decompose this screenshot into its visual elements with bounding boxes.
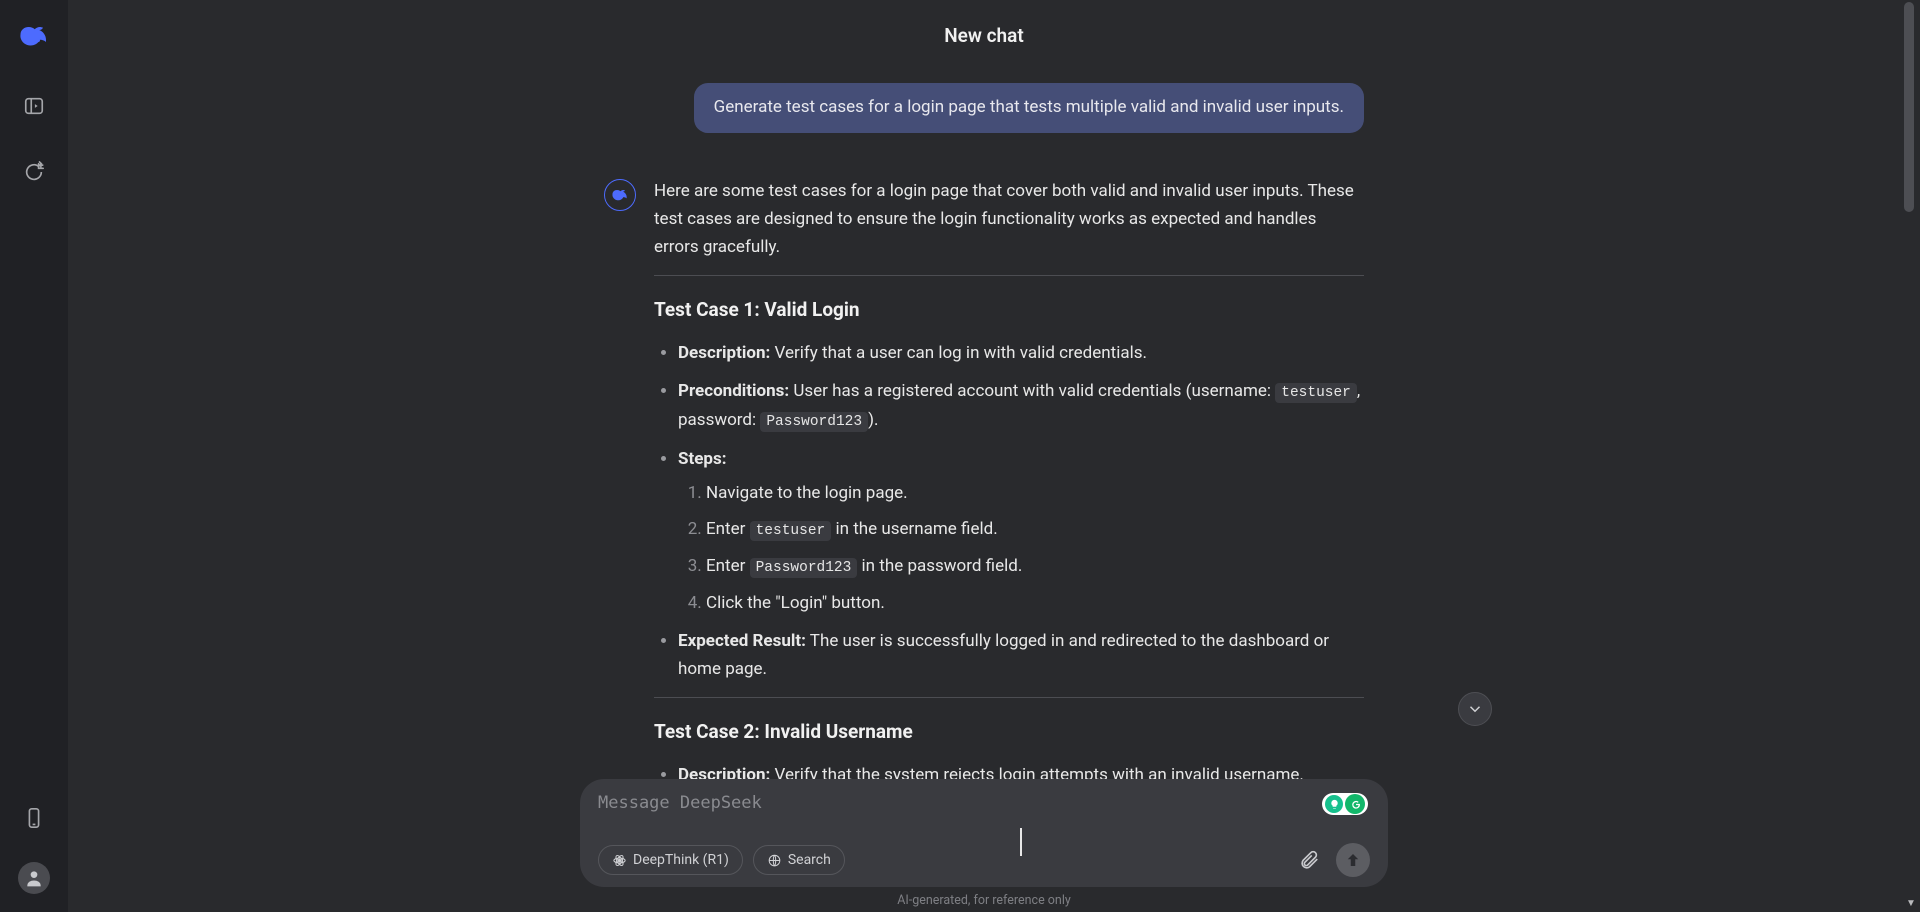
user-avatar[interactable] (18, 862, 50, 894)
tc2-heading: Test Case 2: Invalid Username (654, 716, 1364, 747)
tc1-step-3: Enter Password123 in the password field. (706, 552, 1364, 581)
tc1-preconditions: Preconditions: User has a registered acc… (678, 377, 1364, 435)
brand-logo[interactable] (16, 18, 52, 54)
tc1-expected: Expected Result: The user is successfull… (678, 627, 1364, 683)
scrollbar-thumb[interactable] (1904, 2, 1914, 212)
new-chat-button[interactable] (16, 154, 52, 190)
atom-icon (612, 853, 627, 868)
mobile-app-button[interactable] (18, 802, 50, 834)
divider (654, 697, 1364, 698)
assistant-intro-text: Here are some test cases for a login pag… (654, 177, 1364, 261)
grammarly-bulb-icon (1325, 795, 1343, 813)
grammarly-badge[interactable] (1322, 793, 1368, 815)
globe-icon (767, 853, 782, 868)
assistant-avatar-icon (604, 179, 636, 211)
toggle-sidebar-button[interactable] (16, 88, 52, 124)
scroll-to-bottom-button[interactable] (1458, 692, 1492, 726)
composer: DeepThink (R1) Search (580, 779, 1388, 887)
paperclip-icon (1298, 849, 1320, 871)
main-scroll-area[interactable]: New chat Generate test cases for a login… (68, 0, 1900, 912)
search-chip[interactable]: Search (753, 845, 845, 875)
deepthink-chip[interactable]: DeepThink (R1) (598, 845, 743, 875)
disclaimer-text: AI-generated, for reference only (897, 893, 1071, 908)
scrollbar-track[interactable] (1902, 0, 1916, 912)
tc1-steps: Steps: Navigate to the login page. Enter… (678, 445, 1364, 617)
tc1-description: Description: Verify that a user can log … (678, 339, 1364, 367)
grammarly-g-icon (1345, 794, 1365, 814)
sidebar (0, 0, 68, 912)
attach-button[interactable] (1292, 843, 1326, 877)
arrow-up-icon (1344, 851, 1362, 869)
search-label: Search (788, 852, 831, 868)
deepthink-label: DeepThink (R1) (633, 852, 729, 868)
tc1-step-1: Navigate to the login page. (706, 479, 1364, 507)
scrollbar-arrow-down-icon[interactable]: ▼ (1902, 894, 1920, 912)
user-message-bubble: Generate test cases for a login page tha… (694, 83, 1364, 133)
send-button[interactable] (1336, 843, 1370, 877)
page-title: New chat (944, 24, 1024, 47)
divider (654, 275, 1364, 276)
tc1-heading: Test Case 1: Valid Login (654, 294, 1364, 325)
tc1-step-2: Enter testuser in the username field. (706, 515, 1364, 544)
tc1-step-4: Click the "Login" button. (706, 589, 1364, 617)
chat-input[interactable] (598, 793, 1370, 827)
